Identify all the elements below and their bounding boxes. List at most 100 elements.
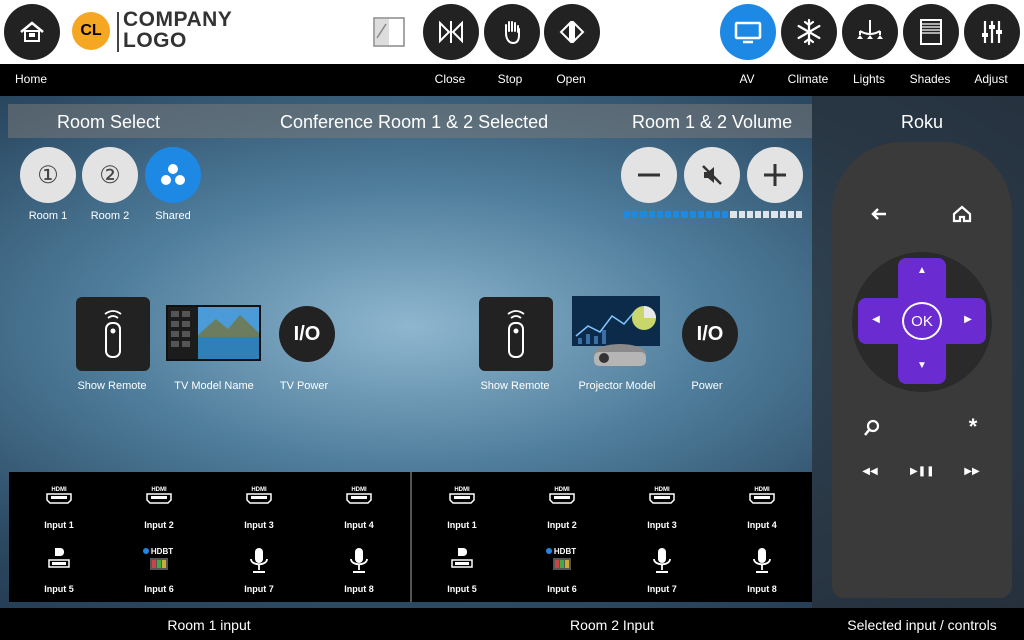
room2-input-label: Input 6: [547, 584, 577, 594]
tv-image[interactable]: [166, 305, 261, 361]
svg-text:HDMI: HDMI: [654, 487, 670, 493]
nav-open-label[interactable]: Open: [546, 72, 596, 86]
tab-climate[interactable]: [781, 4, 837, 60]
fast-forward-icon[interactable]: ▶▶: [962, 466, 982, 482]
hdbaset-icon: HDBT: [522, 546, 602, 576]
volume-segment: [656, 211, 663, 218]
room1-input-2-button[interactable]: HDMI: [119, 484, 199, 514]
room-1-button[interactable]: ①: [20, 147, 76, 203]
volume-level-bar[interactable]: [624, 211, 803, 218]
play-pause-icon[interactable]: ▶❚❚: [910, 466, 934, 482]
shared-button[interactable]: [145, 147, 201, 203]
svg-text:HDBT: HDBT: [554, 547, 576, 556]
room1-input-5-button[interactable]: [19, 546, 99, 576]
nav-label-bar: Home Close Stop Open AV Climate Lights S…: [0, 64, 1024, 96]
volume-segment: [664, 211, 672, 218]
logo-line2: LOGO: [123, 29, 187, 52]
dpad-left-button[interactable]: ◀: [868, 314, 884, 330]
room1-input-8-button[interactable]: [319, 546, 399, 576]
nav-av-label[interactable]: AV: [722, 72, 772, 86]
tab-adjust[interactable]: [964, 4, 1020, 60]
back-arrow-icon[interactable]: [868, 204, 892, 224]
room1-tv-power-label: TV Power: [279, 380, 329, 392]
dpad-down-button[interactable]: ▼: [910, 360, 934, 376]
nav-adjust-label[interactable]: Adjust: [966, 72, 1016, 86]
room1-input-label: Input 7: [244, 584, 274, 594]
hdmi-icon: HDMI: [319, 484, 399, 514]
room2-input-6-button[interactable]: HDBT: [522, 546, 602, 576]
asterisk-icon[interactable]: *: [962, 416, 984, 438]
svg-text:HDMI: HDMI: [754, 487, 770, 493]
dpad-up-button[interactable]: ▲: [910, 265, 934, 281]
hdmi-icon: HDMI: [622, 484, 702, 514]
room2-input-label: Input 3: [647, 520, 677, 530]
volume-segment: [697, 211, 704, 218]
room2-input-4-button[interactable]: HDMI: [722, 484, 802, 514]
svg-text:HDMI: HDMI: [51, 487, 67, 493]
nav-shades-label[interactable]: Shades: [905, 72, 955, 86]
chandelier-icon: [857, 20, 883, 39]
room1-input-3-button[interactable]: HDMI: [219, 484, 299, 514]
room1-input-1-button[interactable]: HDMI: [19, 484, 99, 514]
displayport-icon: [19, 546, 99, 576]
room1-input-4-button[interactable]: HDMI: [319, 484, 399, 514]
volume-segment: [714, 211, 721, 218]
shade-stop-button[interactable]: [484, 4, 540, 60]
nav-lights-label[interactable]: Lights: [844, 72, 894, 86]
hdmi-icon: HDMI: [119, 484, 199, 514]
volume-segment: [681, 211, 688, 218]
hdmi-icon: HDMI: [522, 484, 602, 514]
room2-input-3-button[interactable]: HDMI: [622, 484, 702, 514]
projector-image[interactable]: [572, 296, 662, 374]
room2-input-8-button[interactable]: [722, 546, 802, 576]
shade-close-icon: [439, 20, 463, 44]
room2-show-remote-button[interactable]: [479, 297, 553, 371]
room1-input-label: Input 4: [344, 520, 374, 530]
volume-segment: [787, 211, 794, 218]
volume-segment: [795, 211, 803, 218]
microphone-icon: [722, 546, 802, 576]
rewind-icon[interactable]: ◀◀: [860, 466, 880, 482]
room1-input-7-button[interactable]: [219, 546, 299, 576]
shade-open-button[interactable]: [544, 4, 600, 60]
room2-power-button[interactable]: I/O: [682, 306, 738, 362]
dpad-right-button[interactable]: ▶: [960, 314, 976, 330]
nav-close-label[interactable]: Close: [425, 72, 475, 86]
nav-climate-label[interactable]: Climate: [783, 72, 833, 86]
hdmi-icon: HDMI: [422, 484, 502, 514]
volume-segment: [632, 211, 639, 218]
home-button[interactable]: [4, 4, 60, 60]
shade-status-icon: [372, 16, 406, 48]
room1-show-remote-button[interactable]: [76, 297, 150, 371]
roku-home-icon[interactable]: [950, 204, 974, 224]
room2-input-7-button[interactable]: [622, 546, 702, 576]
svg-text:HDMI: HDMI: [454, 487, 470, 493]
room1-input-panel: HDMI Input 1 HDMI Input 2 HDMI Input 3 HDMI Inp…: [9, 472, 411, 602]
volume-down-button[interactable]: [621, 147, 677, 203]
room-2-button[interactable]: ②: [82, 147, 138, 203]
room1-input-6-button[interactable]: HDBT: [119, 546, 199, 576]
volume-segment: [763, 211, 770, 218]
svg-text:HDMI: HDMI: [151, 487, 167, 493]
room1-input-label: Input 3: [244, 520, 274, 530]
room2-input-2-button[interactable]: HDMI: [522, 484, 602, 514]
room2-input-5-button[interactable]: [422, 546, 502, 576]
nav-home-label[interactable]: Home: [15, 72, 47, 86]
search-icon[interactable]: [862, 418, 882, 438]
room2-input-footer: Room 2 Input: [569, 617, 655, 633]
mute-button[interactable]: [684, 147, 740, 203]
room2-input-1-button[interactable]: HDMI: [422, 484, 502, 514]
room1-tv-power-button[interactable]: I/O: [279, 306, 335, 362]
remote-icon: [507, 310, 525, 358]
volume-segment: [722, 211, 729, 218]
volume-up-button[interactable]: [747, 147, 803, 203]
tab-av[interactable]: [720, 4, 776, 60]
nav-stop-label[interactable]: Stop: [485, 72, 535, 86]
shade-close-button[interactable]: [423, 4, 479, 60]
tab-shades[interactable]: [903, 4, 959, 60]
ok-button[interactable]: OK: [902, 302, 942, 340]
room1-show-remote-label: Show Remote: [77, 380, 147, 392]
shared-label: Shared: [155, 210, 191, 222]
svg-text:HDMI: HDMI: [351, 487, 367, 493]
tab-lights[interactable]: [842, 4, 898, 60]
